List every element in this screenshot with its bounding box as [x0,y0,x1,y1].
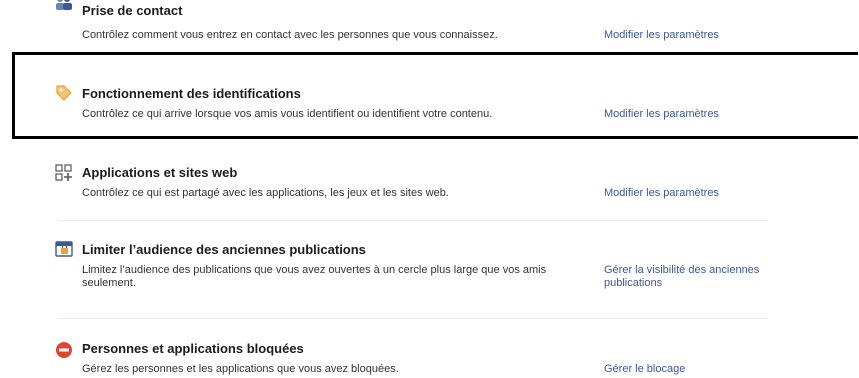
divider [58,220,768,221]
lock-calendar-icon [55,240,73,258]
section-title: Applications et sites web [82,165,238,180]
section-description: Contrôlez ce qui arrive lorsque vos amis… [82,108,493,120]
manage-past-posts-link[interactable]: Gérer la visibilité des anciennes public… [604,264,779,290]
section-title: Limiter l’audience des anciennes publica… [82,242,366,257]
people-icon [55,0,73,12]
section-description: Gérez les personnes et les applications … [82,363,399,375]
section-title: Personnes et applications bloquées [82,341,304,356]
blocked-icon [55,341,73,359]
edit-settings-link[interactable]: Modifier les paramètres [604,29,779,42]
section-title: Prise de contact [82,3,183,18]
tag-icon [55,84,73,102]
divider [58,318,768,319]
manage-blocking-link[interactable]: Gérer le blocage [604,363,779,376]
section-title: Fonctionnement des identifications [82,86,301,101]
section-description: Limitez l’audience des publications que … [82,264,547,289]
edit-settings-link[interactable]: Modifier les paramètres [604,187,779,200]
section-description: Contrôlez comment vous entrez en contact… [82,29,498,41]
edit-settings-link[interactable]: Modifier les paramètres [604,108,779,121]
apps-icon [55,164,73,182]
section-description: Contrôlez ce qui est partagé avec les ap… [82,187,449,199]
